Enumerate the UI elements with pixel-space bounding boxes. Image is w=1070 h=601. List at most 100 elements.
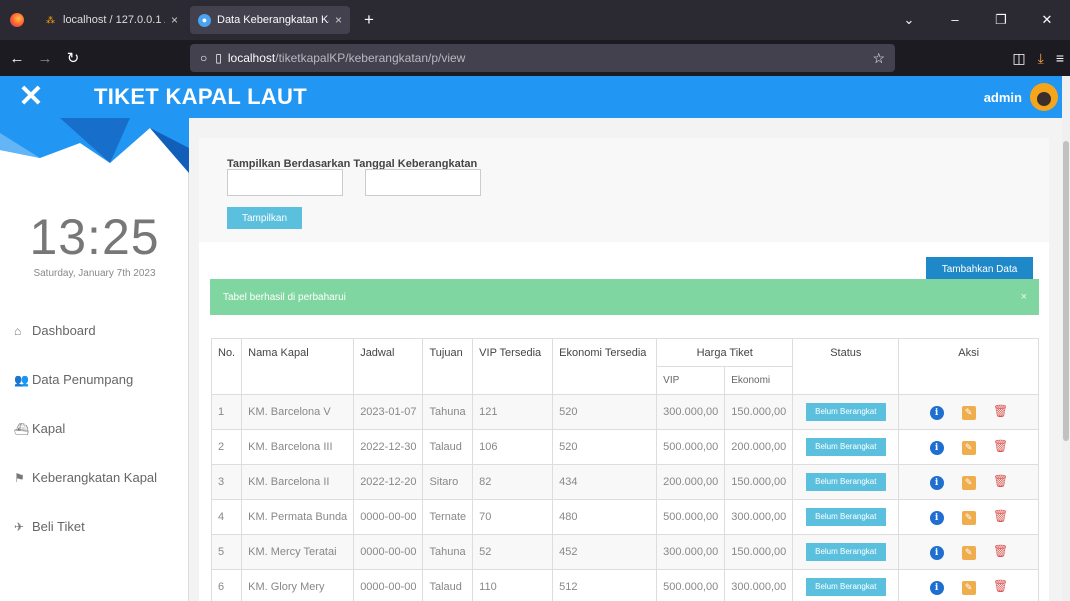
alert-text: Tabel berhasil di perbaharui bbox=[223, 291, 346, 303]
cell-nama: KM. Mercy Teratai bbox=[241, 534, 355, 570]
sidebar-banner bbox=[0, 118, 189, 173]
sidebar-item-data-penumpang[interactable]: 👥 Data Penumpang bbox=[0, 355, 189, 404]
table-row: 6 KM. Glory Mery 0000-00-00 Talaud 110 5… bbox=[210, 569, 1039, 601]
tab-title: localhost / 127.0.0.1 / db_tiketk bbox=[63, 14, 165, 26]
clock-time: 13:25 bbox=[29, 209, 160, 265]
cell-nama: KM. Barcelona V bbox=[241, 394, 355, 430]
close-tab-icon[interactable]: × bbox=[171, 13, 178, 27]
forward-icon[interactable]: → bbox=[34, 50, 56, 67]
minimize-icon[interactable]: – bbox=[932, 12, 978, 28]
cell-harga-vip: 500.000,00 bbox=[656, 499, 726, 535]
edit-icon[interactable]: ✎ bbox=[961, 475, 976, 490]
browser-tab-keberangkatan[interactable]: ● Data Keberangkatan Kapal × bbox=[190, 6, 350, 34]
cell-no: 3 bbox=[210, 464, 243, 500]
trash-icon[interactable]: 🗑 bbox=[993, 579, 1008, 593]
alert-close-icon[interactable]: × bbox=[1021, 291, 1027, 303]
edit-icon[interactable]: ✎ bbox=[961, 580, 976, 595]
cell-no: 2 bbox=[210, 429, 243, 465]
close-window-icon[interactable]: ✕ bbox=[1024, 12, 1070, 28]
trash-icon[interactable]: 🗑 bbox=[993, 544, 1008, 558]
cell-nama: KM. Permata Bunda bbox=[241, 499, 355, 535]
trash-icon[interactable]: 🗑 bbox=[993, 509, 1008, 523]
address-bar[interactable]: ○ ▯ localhost/tiketkapalKP/keberangkatan… bbox=[190, 44, 895, 72]
edit-icon[interactable]: ✎ bbox=[961, 510, 976, 525]
status-badge: Belum Berangkat bbox=[805, 543, 886, 561]
col-header-harga: Harga Tiket bbox=[656, 338, 794, 367]
edit-icon[interactable]: ✎ bbox=[961, 440, 976, 455]
trash-icon[interactable]: 🗑 bbox=[993, 474, 1008, 488]
scrollbar-thumb[interactable] bbox=[1063, 141, 1069, 441]
edit-icon[interactable]: ✎ bbox=[961, 545, 976, 560]
table-row: 3 KM. Barcelona II 2022-12-20 Sitaro 82 … bbox=[210, 464, 1039, 500]
phpmyadmin-icon: ⁂ bbox=[46, 14, 55, 25]
cell-ekonomi: 520 bbox=[552, 429, 658, 465]
cell-aksi: i ✎ 🗑 bbox=[898, 569, 1039, 601]
success-alert: Tabel berhasil di perbaharui × bbox=[210, 279, 1039, 315]
page-scrollbar[interactable] bbox=[1062, 76, 1070, 601]
cell-nama: KM. Barcelona II bbox=[241, 464, 355, 500]
edit-icon[interactable]: ✎ bbox=[961, 405, 976, 420]
cell-status: Belum Berangkat bbox=[792, 394, 900, 430]
info-icon[interactable]: i bbox=[929, 581, 944, 595]
cell-harga-ekonomi: 150.000,00 bbox=[724, 394, 794, 430]
sidebar-menu: ⌂ Dashboard 👥 Data Penumpang ⛴ Kapal ⚑ Keber… bbox=[0, 306, 189, 551]
pocket-icon[interactable]: ◫ bbox=[1012, 50, 1025, 67]
site-favicon-icon: ● bbox=[198, 13, 211, 27]
sidebar-item-keberangkatan[interactable]: ⚑ Keberangkatan Kapal bbox=[0, 453, 189, 502]
table-row: 4 KM. Permata Bunda 0000-00-00 Ternate 7… bbox=[210, 499, 1039, 535]
url-path: /tiketkapalKP/keberangkatan/p/view bbox=[275, 51, 466, 65]
cell-ekonomi: 452 bbox=[552, 534, 658, 570]
menu-hamburger-icon[interactable]: ≡ bbox=[1056, 50, 1064, 66]
user-name[interactable]: admin bbox=[984, 90, 1022, 105]
info-icon[interactable]: i bbox=[929, 406, 944, 420]
col-header-ekonomi: Ekonomi Tersedia bbox=[552, 338, 658, 395]
new-tab-icon[interactable]: + bbox=[358, 10, 380, 30]
col-header-jadwal: Jadwal bbox=[353, 338, 424, 395]
cell-tujuan: Sitaro bbox=[422, 464, 474, 500]
sidebar-item-kapal[interactable]: ⛴ Kapal bbox=[0, 404, 189, 453]
info-icon[interactable]: i bbox=[929, 546, 944, 560]
start-date-input[interactable] bbox=[227, 169, 343, 196]
browser-tab-phpmyadmin[interactable]: ⁂ localhost / 127.0.0.1 / db_tiketk × bbox=[36, 6, 186, 34]
cell-harga-vip: 500.000,00 bbox=[656, 569, 726, 601]
cell-harga-ekonomi: 300.000,00 bbox=[724, 499, 794, 535]
cell-harga-ekonomi: 150.000,00 bbox=[724, 464, 794, 500]
flag-icon: ⚑ bbox=[14, 470, 25, 485]
status-badge: Belum Berangkat bbox=[805, 438, 886, 456]
end-date-input[interactable] bbox=[365, 169, 481, 196]
tab-list-chevron-icon[interactable]: ⌄ bbox=[886, 12, 932, 28]
cell-ekonomi: 434 bbox=[552, 464, 658, 500]
status-badge: Belum Berangkat bbox=[805, 578, 886, 596]
info-icon[interactable]: i bbox=[929, 441, 944, 455]
close-sidebar-icon[interactable]: ✕ bbox=[0, 76, 62, 118]
reload-icon[interactable]: ↻ bbox=[62, 49, 84, 67]
cell-nama: KM. Barcelona III bbox=[241, 429, 355, 465]
back-icon[interactable]: ← bbox=[6, 50, 28, 67]
trash-icon[interactable]: 🗑 bbox=[993, 439, 1008, 453]
cell-vip: 70 bbox=[472, 499, 554, 535]
maximize-icon[interactable]: ❐ bbox=[978, 12, 1024, 28]
cell-harga-ekonomi: 150.000,00 bbox=[724, 534, 794, 570]
info-icon[interactable]: i bbox=[929, 476, 944, 490]
col-header-nama: Nama Kapal bbox=[241, 338, 355, 395]
sidebar-item-dashboard[interactable]: ⌂ Dashboard bbox=[0, 306, 189, 355]
bookmark-star-icon[interactable]: ☆ bbox=[872, 50, 885, 67]
main-content: Tampilkan Berdasarkan Tanggal Keberangka… bbox=[189, 118, 1062, 601]
cell-tujuan: Tahuna bbox=[422, 534, 474, 570]
cell-harga-vip: 200.000,00 bbox=[656, 464, 726, 500]
close-tab-icon[interactable]: × bbox=[335, 13, 342, 27]
cell-tujuan: Tahuna bbox=[422, 394, 474, 430]
trash-icon[interactable]: 🗑 bbox=[993, 404, 1008, 418]
download-icon[interactable]: ⤓ bbox=[1038, 50, 1044, 67]
show-button[interactable]: Tampilkan bbox=[227, 207, 302, 229]
info-icon[interactable]: i bbox=[929, 511, 944, 525]
clock-date: Saturday, January 7th 2023 bbox=[33, 268, 156, 279]
cell-status: Belum Berangkat bbox=[792, 429, 900, 465]
sidebar-item-label: Data Penumpang bbox=[32, 372, 134, 387]
cell-nama: KM. Glory Mery bbox=[241, 569, 355, 601]
table-row: 5 KM. Mercy Teratai 0000-00-00 Tahuna 52… bbox=[210, 534, 1039, 570]
cell-tujuan: Talaud bbox=[422, 569, 474, 601]
avatar[interactable] bbox=[1030, 83, 1058, 111]
cell-vip: 82 bbox=[472, 464, 554, 500]
sidebar-item-beli-tiket[interactable]: ✈ Beli Tiket bbox=[0, 502, 189, 551]
